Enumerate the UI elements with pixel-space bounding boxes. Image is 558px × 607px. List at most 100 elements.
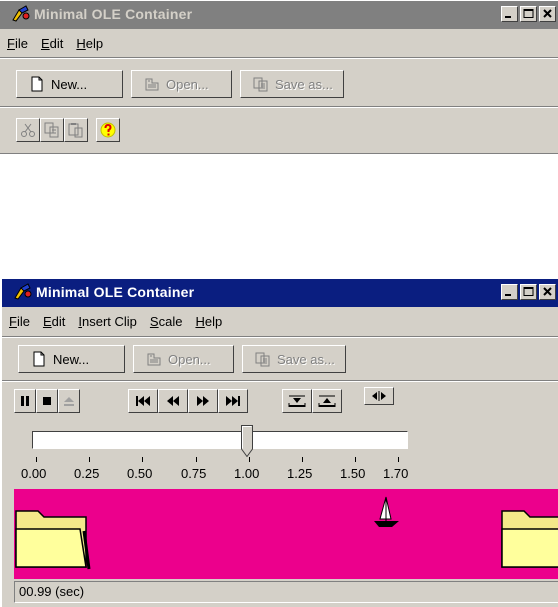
slider-tick-label: 1.25 [287, 466, 313, 481]
save-as-button-label: Save as... [275, 76, 333, 92]
menu-bar: File Edit Insert Clip Scale Help [2, 310, 558, 332]
sailboat-icon [374, 496, 399, 527]
stop-icon [43, 397, 51, 405]
slider-tick-label: 1.50 [340, 466, 366, 481]
menu-scale[interactable]: Scale [150, 314, 183, 329]
mark-out-icon [318, 395, 336, 407]
menu-help[interactable]: Help [195, 314, 222, 329]
close-button[interactable] [539, 6, 556, 22]
slider-tick [196, 457, 197, 462]
slider-ticks [2, 457, 442, 467]
close-icon [543, 9, 552, 18]
close-button[interactable] [539, 284, 556, 300]
rewind-icon [167, 396, 179, 406]
pause-button[interactable] [14, 389, 36, 413]
folder-icon-left [15, 510, 91, 570]
slider-tick [142, 457, 143, 462]
paste-button[interactable] [64, 118, 88, 142]
slider-tick [355, 457, 356, 462]
go-to-start-button[interactable] [128, 389, 158, 413]
cut-icon [21, 123, 35, 137]
clip-stage[interactable] [14, 489, 558, 579]
help-icon [100, 122, 116, 138]
save-as-icon [253, 77, 268, 92]
eject-icon [64, 397, 74, 406]
stop-button[interactable] [36, 389, 58, 413]
menu-help[interactable]: Help [76, 36, 103, 51]
slider-tick-label: 0.50 [127, 466, 153, 481]
menu-bar: File Edit Help [0, 32, 558, 54]
slider-tick-label: 0.75 [181, 466, 207, 481]
ole-container-window-active: Minimal OLE Container File Edit Insert C… [0, 278, 558, 607]
toolbar-separator [0, 106, 558, 108]
open-button-label: Open... [166, 76, 209, 92]
cut-button[interactable] [16, 118, 40, 142]
toolbar-separator [2, 380, 558, 382]
minimize-button[interactable] [501, 284, 518, 300]
menu-separator [0, 57, 558, 59]
fast-forward-button[interactable] [188, 389, 218, 413]
slider-tick [36, 457, 37, 462]
menu-separator [2, 336, 558, 338]
minimize-icon [505, 294, 511, 296]
fast-forward-icon [197, 396, 209, 406]
maximize-button[interactable] [520, 6, 537, 22]
slider-tick-label: 0.00 [21, 466, 47, 481]
close-icon [543, 287, 552, 296]
mark-in-button[interactable] [282, 389, 312, 413]
eject-button[interactable] [58, 389, 80, 413]
new-button[interactable]: New... [16, 70, 123, 98]
slider-tick [89, 457, 90, 462]
paste-icon [68, 123, 83, 138]
save-as-button-label: Save as... [277, 351, 335, 367]
open-button-label: Open... [168, 351, 211, 367]
app-icon [14, 283, 32, 300]
slider-tick-label: 0.25 [74, 466, 100, 481]
copy-button[interactable] [40, 118, 64, 142]
pause-icon [21, 396, 29, 406]
slider-tick [302, 457, 303, 462]
position-slider-thumb[interactable] [241, 425, 253, 458]
ole-container-window-inactive: Minimal OLE Container File Edit Help New… [0, 0, 558, 265]
help-button[interactable] [96, 118, 120, 142]
skip-to-start-icon [136, 396, 150, 406]
go-to-end-button[interactable] [218, 389, 248, 413]
menu-edit[interactable]: Edit [41, 36, 63, 51]
selection-arrows-icon [372, 391, 386, 401]
window-title: Minimal OLE Container [34, 6, 193, 22]
title-bar[interactable]: Minimal OLE Container [2, 279, 558, 307]
new-button[interactable]: New... [18, 345, 125, 373]
save-as-button[interactable]: Save as... [240, 70, 344, 98]
menu-file[interactable]: File [7, 36, 28, 51]
window-title: Minimal OLE Container [36, 284, 195, 300]
save-as-icon [255, 352, 270, 367]
open-button[interactable]: Open... [131, 70, 232, 98]
title-bar[interactable]: Minimal OLE Container [0, 1, 558, 29]
mark-out-button[interactable] [312, 389, 342, 413]
new-button-label: New... [51, 76, 88, 92]
maximize-button[interactable] [520, 284, 537, 300]
slider-tick-label: 1.70 [383, 466, 409, 481]
rewind-button[interactable] [158, 389, 188, 413]
skip-to-end-icon [226, 396, 240, 406]
open-icon [145, 78, 159, 91]
open-button[interactable]: Open... [133, 345, 234, 373]
document-area[interactable] [0, 153, 558, 265]
selection-arrows-button[interactable] [364, 387, 394, 405]
menu-file[interactable]: File [9, 314, 30, 329]
slider-tick-label: 1.00 [234, 466, 260, 481]
app-icon [12, 5, 30, 22]
new-document-icon [31, 76, 43, 92]
status-bar: 00.99 (sec) [14, 581, 558, 603]
save-as-button[interactable]: Save as... [242, 345, 346, 373]
slider-tick [398, 457, 399, 462]
folder-icon-right [501, 510, 558, 568]
new-button-label: New... [53, 351, 90, 367]
menu-edit[interactable]: Edit [43, 314, 65, 329]
maximize-icon [523, 287, 534, 296]
menu-insert-clip[interactable]: Insert Clip [78, 314, 137, 329]
position-slider-track[interactable] [32, 431, 408, 449]
maximize-icon [523, 9, 534, 18]
new-document-icon [33, 351, 45, 367]
minimize-button[interactable] [501, 6, 518, 22]
